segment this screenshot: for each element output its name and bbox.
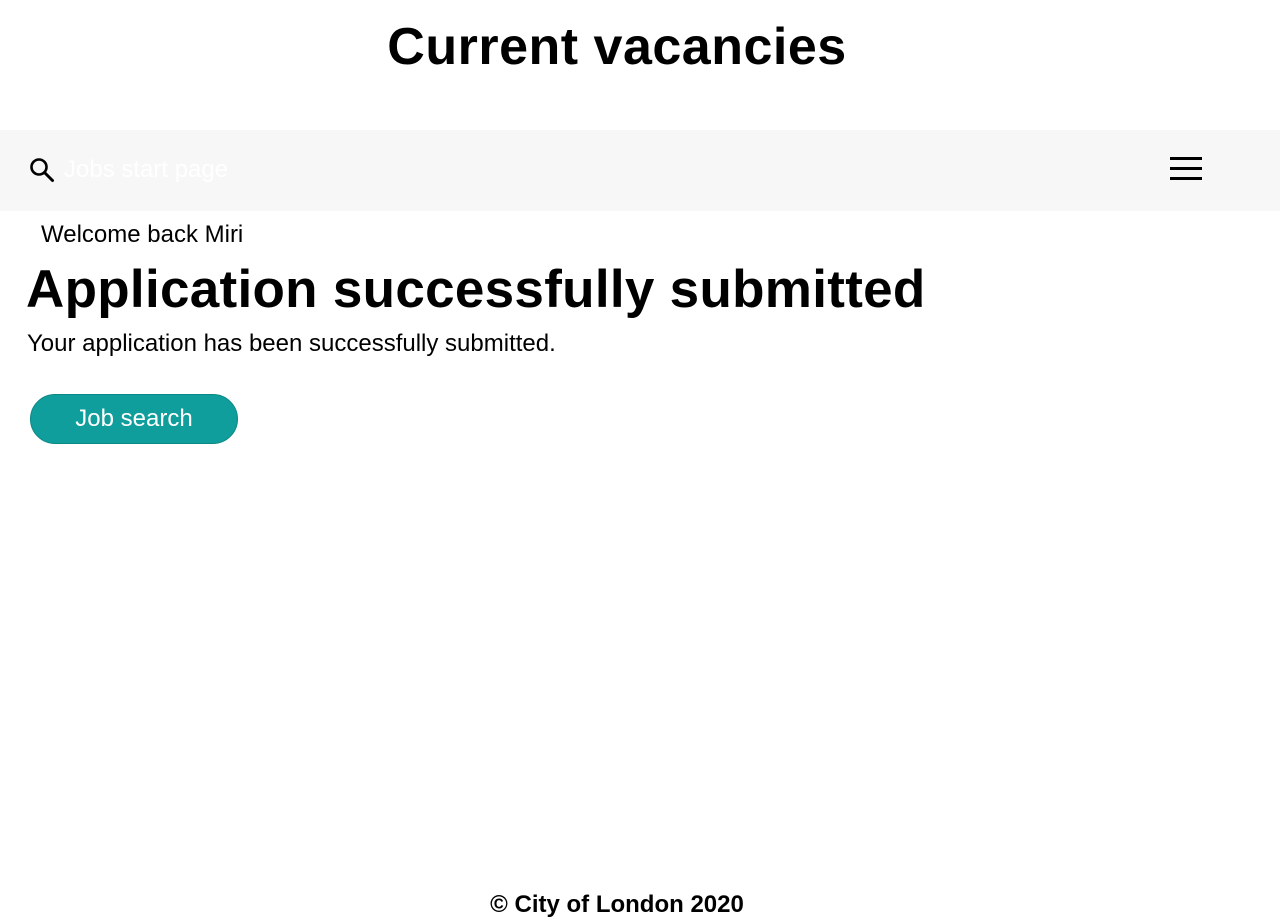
- menu-bar: [1170, 167, 1202, 170]
- jobs-start-page-link[interactable]: Jobs start page: [28, 156, 228, 184]
- page: Current vacancies Jobs start page Welcom…: [0, 0, 1280, 921]
- hamburger-menu-icon[interactable]: [1168, 157, 1204, 185]
- site-title: Current vacancies: [387, 18, 847, 76]
- jobs-start-page-label: Jobs start page: [64, 156, 229, 183]
- search-icon: [28, 156, 56, 184]
- page-heading: Application successfully submitted: [26, 260, 926, 319]
- navbar: Jobs start page: [0, 130, 1280, 211]
- job-search-button[interactable]: Job search: [30, 394, 238, 444]
- footer-copyright: © City of London 2020: [490, 891, 744, 918]
- menu-bar: [1170, 157, 1202, 160]
- confirmation-message: Your application has been successfully s…: [27, 330, 556, 357]
- menu-bar: [1170, 177, 1202, 180]
- welcome-message: Welcome back Miri: [41, 221, 244, 248]
